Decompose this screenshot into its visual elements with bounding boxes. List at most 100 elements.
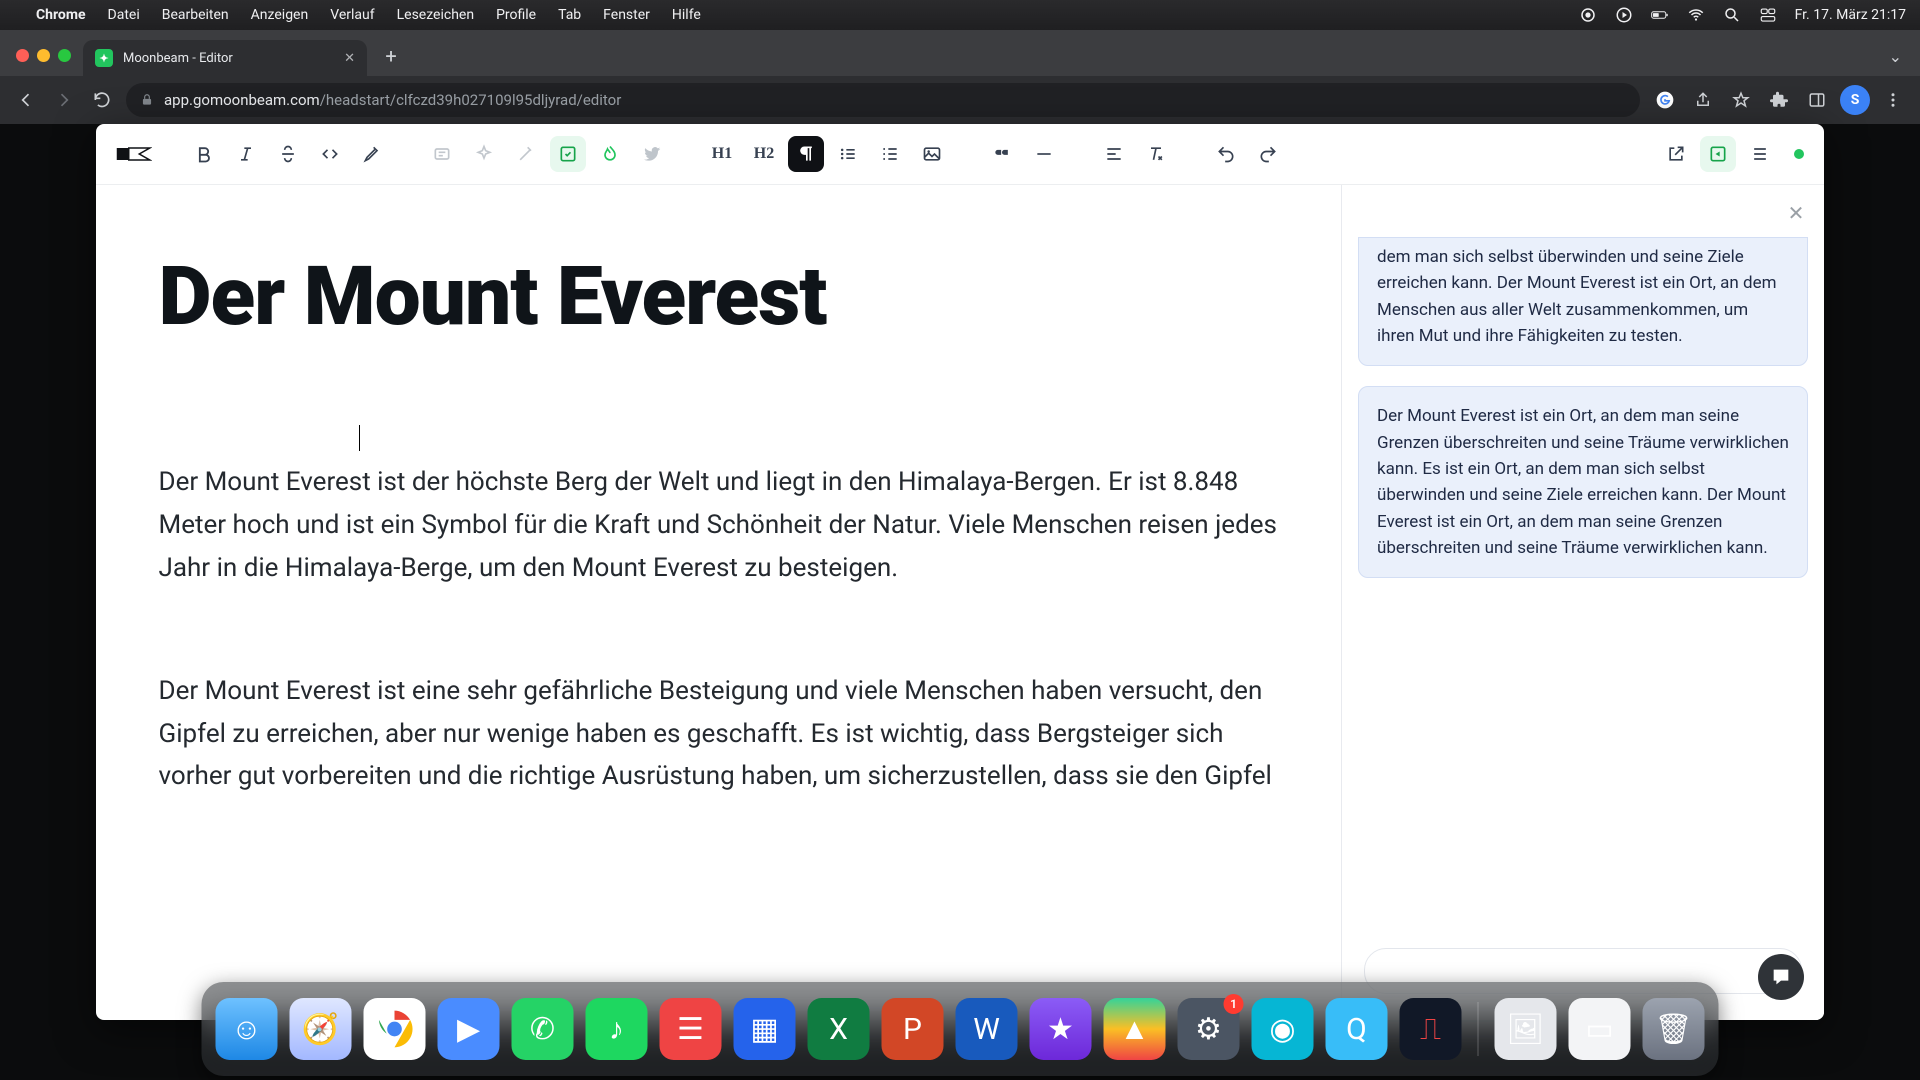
close-panel-button[interactable]: ✕ <box>1782 199 1810 227</box>
bullet-list-button[interactable] <box>830 136 866 172</box>
dock-finder[interactable]: ☺ <box>216 998 278 1060</box>
ai-wand-button[interactable] <box>508 136 544 172</box>
ai-sparkle-button[interactable] <box>466 136 502 172</box>
lock-icon <box>140 93 154 107</box>
redo-button[interactable] <box>1250 136 1286 172</box>
dock-powerpoint[interactable]: P <box>882 998 944 1060</box>
dock-trello[interactable]: ▦ <box>734 998 796 1060</box>
paragraph-button[interactable] <box>788 136 824 172</box>
ai-suggestion-card[interactable]: dem man sich selbst überwinden und seine… <box>1358 237 1808 366</box>
record-icon[interactable] <box>1579 6 1597 24</box>
dock-word[interactable]: W <box>956 998 1018 1060</box>
menubar-item[interactable]: Verlauf <box>330 7 374 23</box>
tab-favicon: ✦ <box>95 49 113 67</box>
tabs-dropdown-icon[interactable]: ⌄ <box>1889 47 1902 66</box>
bookmark-star-icon[interactable] <box>1726 85 1756 115</box>
divider-button[interactable] <box>1026 136 1062 172</box>
browser-tabstrip: ✦ Moonbeam - Editor ✕ + ⌄ <box>0 30 1920 76</box>
ai-chat-input[interactable] <box>1383 962 1753 981</box>
wifi-icon[interactable] <box>1687 6 1705 24</box>
dock-excel[interactable]: X <box>808 998 870 1060</box>
dock-whatsapp[interactable]: ✆ <box>512 998 574 1060</box>
dock-voice-memos[interactable]: ⎍ <box>1400 998 1462 1060</box>
minimize-window-button[interactable] <box>37 49 50 62</box>
profile-avatar[interactable]: S <box>1840 85 1870 115</box>
play-icon[interactable] <box>1615 6 1633 24</box>
export-button[interactable] <box>1700 136 1736 172</box>
italic-button[interactable] <box>228 136 264 172</box>
menubar-item[interactable]: Tab <box>558 7 581 23</box>
macos-menubar: Chrome Datei Bearbeiten Anzeigen Verlauf… <box>0 0 1920 30</box>
close-tab-icon[interactable]: ✕ <box>344 51 355 66</box>
dock-safari[interactable]: 🧭 <box>290 998 352 1060</box>
battery-icon[interactable] <box>1651 6 1669 24</box>
ordered-list-button[interactable] <box>872 136 908 172</box>
menubar-item[interactable]: Datei <box>108 7 140 23</box>
twitter-button[interactable] <box>634 136 670 172</box>
close-window-button[interactable] <box>16 49 29 62</box>
menubar-item[interactable]: Lesezeichen <box>397 7 474 23</box>
window-controls <box>16 49 71 62</box>
ai-rewrite-button[interactable] <box>424 136 460 172</box>
maximize-window-button[interactable] <box>58 49 71 62</box>
control-center-icon[interactable] <box>1759 6 1777 24</box>
menubar-item[interactable]: Hilfe <box>672 7 701 23</box>
dock-preview[interactable]: 🖼 <box>1495 998 1557 1060</box>
dock-spotify[interactable]: ♪ <box>586 998 648 1060</box>
url-text: app.gomoonbeam.com/headstart/clfczd39h02… <box>164 91 621 109</box>
dock-imovie[interactable]: ★ <box>1030 998 1092 1060</box>
outline-button[interactable] <box>1742 136 1778 172</box>
kebab-menu-icon[interactable] <box>1878 85 1908 115</box>
ai-suggestion-card[interactable]: Der Mount Everest ist ein Ort, an dem ma… <box>1358 386 1808 578</box>
image-button[interactable] <box>914 136 950 172</box>
dock-trash[interactable]: 🗑 <box>1643 998 1705 1060</box>
bold-button[interactable] <box>186 136 222 172</box>
open-external-button[interactable] <box>1658 136 1694 172</box>
document-paragraph[interactable]: Der Mount Everest ist der höchste Berg d… <box>159 461 1279 590</box>
heading2-button[interactable]: H2 <box>746 136 782 172</box>
sidepanel-icon[interactable] <box>1802 85 1832 115</box>
highlight-button[interactable] <box>354 136 390 172</box>
editor-canvas[interactable]: Der Mount Everest Der Mount Everest ist … <box>96 185 1342 1020</box>
document-title[interactable]: Der Mount Everest <box>159 249 1279 345</box>
menubar-app-name[interactable]: Chrome <box>36 7 86 23</box>
dock-todoist[interactable]: ☰ <box>660 998 722 1060</box>
dock-quicktime[interactable]: Q <box>1326 998 1388 1060</box>
align-button[interactable] <box>1096 136 1132 172</box>
menubar-item[interactable]: Profile <box>496 7 536 23</box>
blockquote-button[interactable] <box>984 136 1020 172</box>
new-tab-button[interactable]: + <box>375 40 407 72</box>
app-logo[interactable] <box>116 142 152 166</box>
text-cursor <box>359 425 360 451</box>
dock-chrome[interactable] <box>364 998 426 1060</box>
ai-generate-button[interactable] <box>550 136 586 172</box>
undo-button[interactable] <box>1208 136 1244 172</box>
browser-tab[interactable]: ✦ Moonbeam - Editor ✕ <box>83 40 367 76</box>
dock-settings[interactable]: ⚙1 <box>1178 998 1240 1060</box>
code-button[interactable] <box>312 136 348 172</box>
menubar-clock[interactable]: Fr. 17. März 21:17 <box>1795 7 1906 23</box>
back-button[interactable] <box>12 86 40 114</box>
dock-zoom[interactable]: ▶ <box>438 998 500 1060</box>
menubar-item[interactable]: Anzeigen <box>251 7 309 23</box>
heading1-button[interactable]: H1 <box>704 136 740 172</box>
dock-drive[interactable]: ▲ <box>1104 998 1166 1060</box>
menubar-item[interactable]: Bearbeiten <box>162 7 229 23</box>
dock-app-teal[interactable]: ◉ <box>1252 998 1314 1060</box>
help-chat-fab[interactable] <box>1758 954 1804 1000</box>
share-icon[interactable] <box>1688 85 1718 115</box>
reload-button[interactable] <box>88 86 116 114</box>
menubar-item[interactable]: Fenster <box>603 7 650 23</box>
strikethrough-button[interactable] <box>270 136 306 172</box>
dock-separator <box>1478 1002 1479 1056</box>
google-account-icon[interactable] <box>1650 85 1680 115</box>
search-icon[interactable] <box>1723 6 1741 24</box>
save-status-indicator <box>1794 149 1804 159</box>
clear-format-button[interactable] <box>1138 136 1174 172</box>
ai-flame-button[interactable] <box>592 136 628 172</box>
dock-screenshot[interactable]: ▭ <box>1569 998 1631 1060</box>
address-bar[interactable]: app.gomoonbeam.com/headstart/clfczd39h02… <box>126 83 1640 117</box>
document-paragraph[interactable]: Der Mount Everest ist eine sehr gefährli… <box>159 670 1279 799</box>
forward-button[interactable] <box>50 86 78 114</box>
extensions-icon[interactable] <box>1764 85 1794 115</box>
